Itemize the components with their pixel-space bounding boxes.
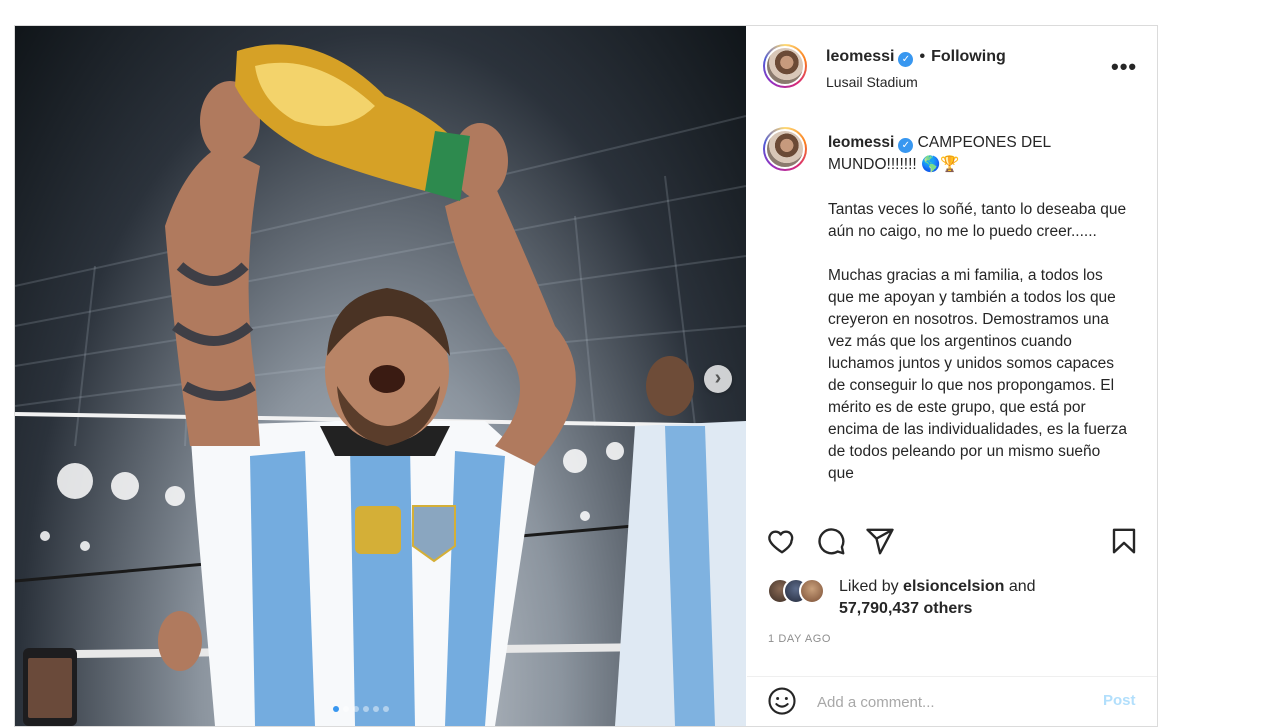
photo-illustration (15, 44, 746, 726)
caption-paragraph: Tantas veces lo soñé, tanto lo deseaba q… (828, 201, 1127, 240)
following-button[interactable]: Following (931, 48, 1006, 65)
carousel-dot (373, 706, 379, 712)
liked-by-text: Liked by elsioncelsion and 57,790,437 ot… (839, 576, 1099, 620)
post-actions (747, 526, 1157, 562)
more-horizontal-icon: ••• (1111, 54, 1138, 79)
author-avatar[interactable] (763, 44, 807, 88)
post-comment-button[interactable]: Post (1103, 692, 1136, 709)
carousel-dot (343, 706, 349, 712)
post-photo[interactable]: › (15, 26, 746, 726)
comment-bar: Post (747, 676, 1157, 726)
comment-icon (818, 528, 845, 555)
liked-by-conjunction: and (1008, 578, 1036, 595)
caption-paragraph: Muchas gracias a mi familia, a todos los… (828, 267, 1127, 482)
post-container: › leomessi ✓ • Following Lusail Stadium ••• (14, 25, 1158, 727)
emoji-icon (768, 687, 796, 715)
post-location[interactable]: Lusail Stadium (826, 74, 918, 90)
comment-button[interactable] (816, 526, 846, 561)
carousel-dot (363, 706, 369, 712)
share-button[interactable] (865, 526, 895, 561)
carousel-next-button[interactable]: › (704, 365, 732, 393)
share-icon (866, 528, 894, 555)
like-button[interactable] (767, 526, 797, 561)
liker-avatars[interactable] (767, 578, 831, 604)
caption-title-line: leomessi ✓ CAMPEONES DEL MUNDO!!!!!!! 🌎🏆 (828, 132, 1128, 176)
caption-avatar[interactable] (763, 127, 807, 171)
liked-by-prefix: Liked by (839, 578, 899, 595)
header-separator: • (919, 48, 926, 65)
likes-count-link[interactable]: 57,790,437 others (839, 600, 972, 617)
liked-by-user-link[interactable]: elsioncelsion (903, 578, 1004, 595)
verified-badge-icon: ✓ (898, 52, 914, 67)
more-options-button[interactable]: ••• (1111, 54, 1137, 80)
post-timestamp[interactable]: 1 DAY AGO (768, 633, 831, 645)
heart-icon (768, 530, 794, 554)
carousel-dot (353, 706, 359, 712)
carousel-dot (333, 706, 339, 712)
post-caption: leomessi ✓ CAMPEONES DEL MUNDO!!!!!!! 🌎🏆 … (828, 132, 1128, 482)
post-header: leomessi ✓ • Following (826, 48, 1006, 67)
liker-avatar (799, 578, 825, 604)
emoji-button[interactable] (767, 686, 797, 721)
author-username[interactable]: leomessi (826, 48, 894, 65)
caption-username[interactable]: leomessi (828, 134, 894, 151)
chevron-right-icon: › (714, 367, 722, 389)
bookmark-icon (1112, 528, 1136, 554)
carousel-dot (383, 706, 389, 712)
carousel-dots (333, 706, 389, 712)
post-side-panel: leomessi ✓ • Following Lusail Stadium ••• l… (747, 26, 1157, 726)
save-button[interactable] (1109, 526, 1139, 561)
verified-badge-icon: ✓ (898, 138, 914, 153)
comment-input[interactable] (815, 689, 1089, 715)
